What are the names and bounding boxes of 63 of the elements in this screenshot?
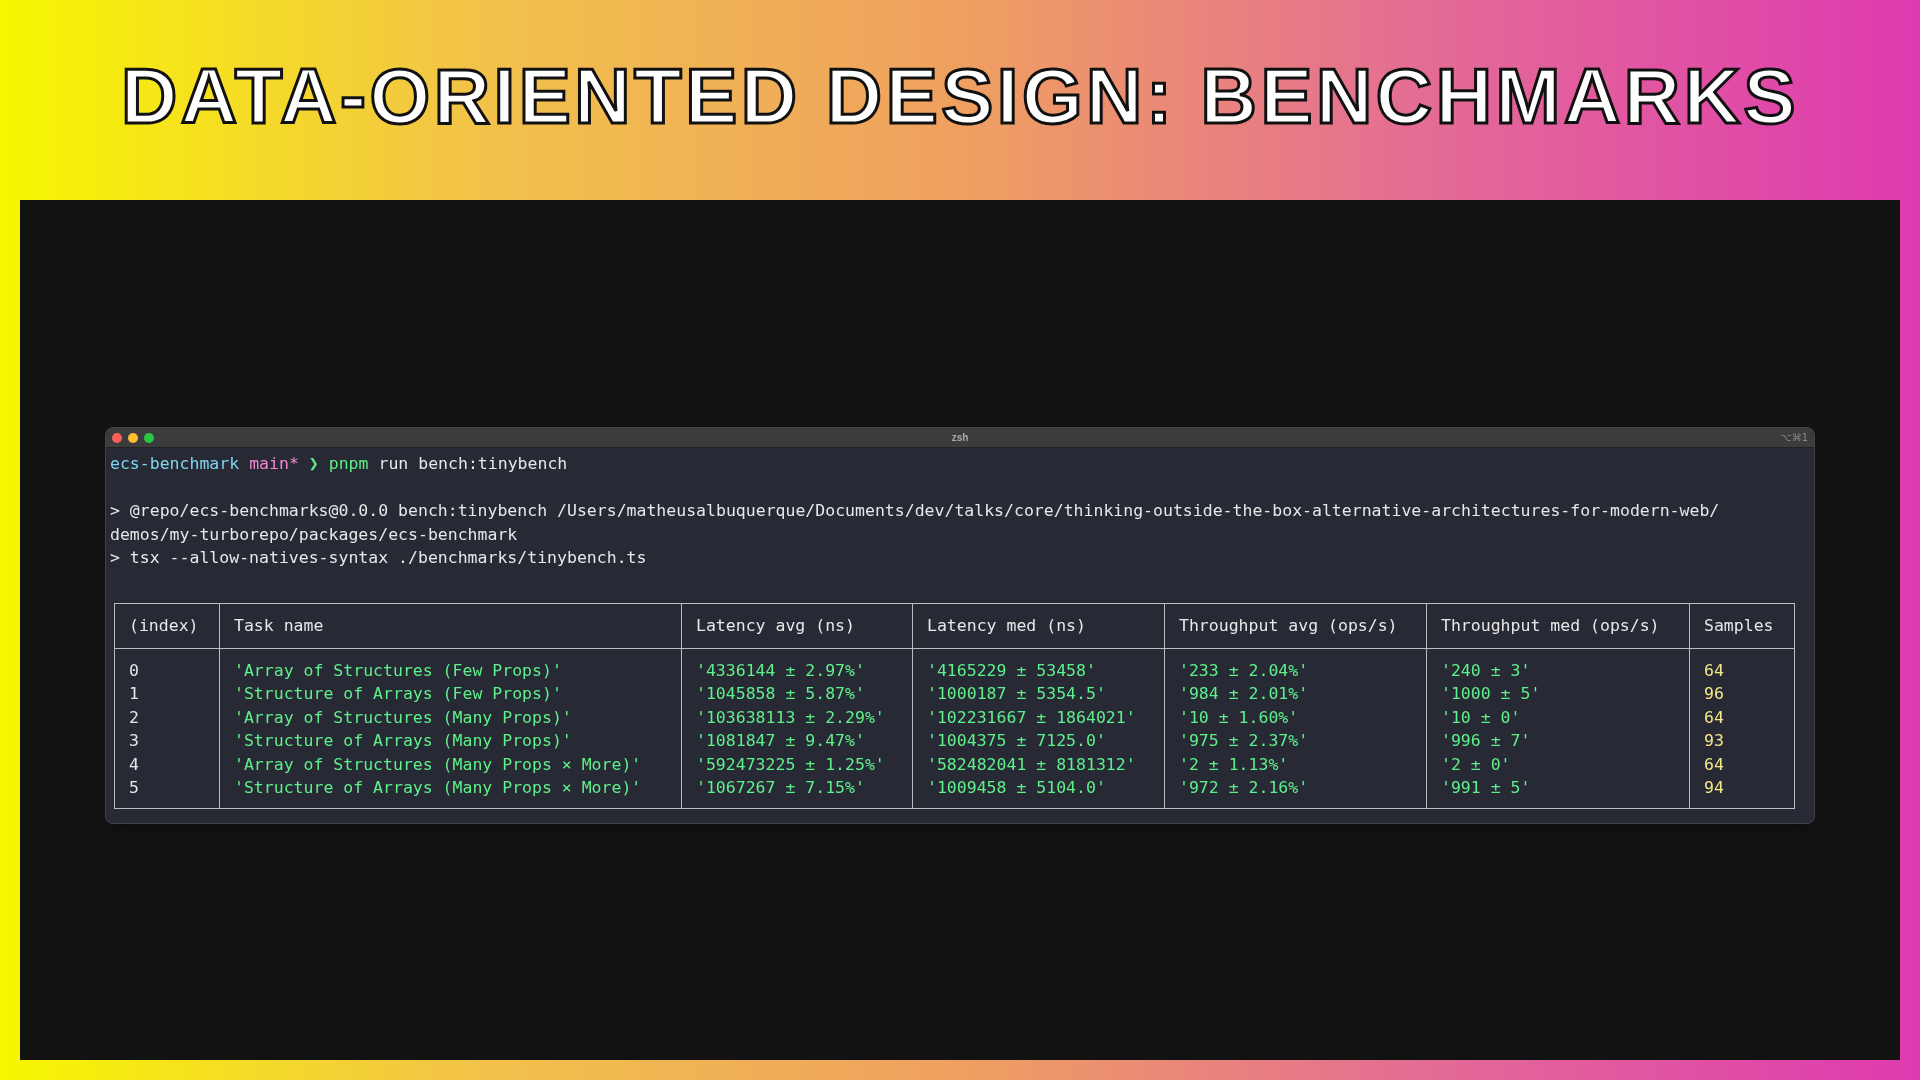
minimize-icon[interactable] <box>128 432 138 443</box>
table-cell: 'Structure of Arrays (Many Props)' <box>219 729 682 753</box>
table-cell: '1000 ± 5' <box>1426 682 1690 706</box>
table-cell: 2 <box>114 705 220 729</box>
table-cell: 'Array of Structures (Many Props)' <box>219 705 682 729</box>
column-header: (index) <box>114 603 220 648</box>
table-cell: '10 ± 0' <box>1426 705 1690 729</box>
table-cell: '1004375 ± 7125.0' <box>912 729 1165 753</box>
shortcut-label: ⌥⌘1 <box>1780 431 1808 445</box>
zoom-icon[interactable] <box>144 432 154 443</box>
table-cell: 'Structure of Arrays (Few Props)' <box>219 682 682 706</box>
table-cell: '4165229 ± 53458' <box>912 648 1165 682</box>
table-cell: '233 ± 2.04%' <box>1164 648 1427 682</box>
prompt-branch: main* <box>249 453 299 475</box>
table-cell: 96 <box>1689 682 1795 706</box>
table-cell: '1000187 ± 5354.5' <box>912 682 1165 706</box>
table-cell: '1009458 ± 5104.0' <box>912 776 1165 808</box>
table-cell: 0 <box>114 648 220 682</box>
table-cell: 'Array of Structures (Many Props × More)' <box>219 752 682 776</box>
table-cell: 'Structure of Arrays (Many Props × More)' <box>219 776 682 808</box>
table-cell: '972 ± 2.16%' <box>1164 776 1427 808</box>
table-cell: '10 ± 1.60%' <box>1164 705 1427 729</box>
table-cell: '4336144 ± 2.97%' <box>681 648 913 682</box>
prompt-symbol: ❯ <box>308 453 319 475</box>
command-arguments: run bench:tinybench <box>378 453 568 475</box>
table-cell: '2 ± 0' <box>1426 752 1690 776</box>
command-text: pnpm <box>328 453 369 475</box>
table-cell: '1081847 ± 9.47%' <box>681 729 913 753</box>
output-line: demos/my-turborepo/packages/ecs-benchmark <box>110 523 519 546</box>
table-cell: '592473225 ± 1.25%' <box>681 752 913 776</box>
prompt-directory: ecs-benchmark <box>110 453 240 475</box>
table-cell: 1 <box>114 682 220 706</box>
table-cell: '103638113 ± 2.29%' <box>681 705 913 729</box>
table-cell: '102231667 ± 1864021' <box>912 705 1165 729</box>
table-cell: 64 <box>1689 752 1795 776</box>
slide-title: DATA-ORIENTED DESIGN: BENCHMARKS <box>120 57 1800 142</box>
table-cell: 64 <box>1689 705 1795 729</box>
table-cell: 4 <box>114 752 220 776</box>
table-cell: 94 <box>1689 776 1795 808</box>
table-cell: '1067267 ± 7.15%' <box>681 776 913 808</box>
table-cell: '975 ± 2.37%' <box>1164 729 1427 753</box>
table-cell: '582482041 ± 8181312' <box>912 752 1165 776</box>
close-icon[interactable] <box>112 432 122 443</box>
table-cell: 93 <box>1689 729 1795 753</box>
column-header: Latency med (ns) <box>912 603 1165 648</box>
column-header: Task name <box>219 603 682 648</box>
table-cell: 'Array of Structures (Few Props)' <box>219 648 682 682</box>
output-line: > @repo/ecs-benchmarks@0.0.0 bench:tinybench /Users/matheusalbuquerque/Documents/dev/talks/core/thinking-outside-the-box-alternative-architectures-for-modern-web/ <box>110 500 1721 522</box>
table-cell: 3 <box>114 729 220 753</box>
output-line: > tsx --allow-natives-syntax ./benchmarks/tinybench.ts <box>110 547 648 569</box>
table-cell: '996 ± 7' <box>1426 729 1690 753</box>
window-title: zsh <box>951 431 969 445</box>
table-cell: '991 ± 5' <box>1426 776 1690 808</box>
table-cell: '1045858 ± 5.87%' <box>681 682 913 706</box>
table-cell: '2 ± 1.13%' <box>1164 752 1427 776</box>
column-header: Latency avg (ns) <box>681 603 913 648</box>
column-header: Samples <box>1689 603 1795 648</box>
column-header: Throughput med (ops/s) <box>1426 603 1690 648</box>
column-header: Throughput avg (ops/s) <box>1164 603 1427 648</box>
table-cell: 64 <box>1689 648 1795 682</box>
table-cell: '984 ± 2.01%' <box>1164 682 1427 706</box>
table-cell: 5 <box>114 776 220 808</box>
table-cell: '240 ± 3' <box>1426 648 1690 682</box>
